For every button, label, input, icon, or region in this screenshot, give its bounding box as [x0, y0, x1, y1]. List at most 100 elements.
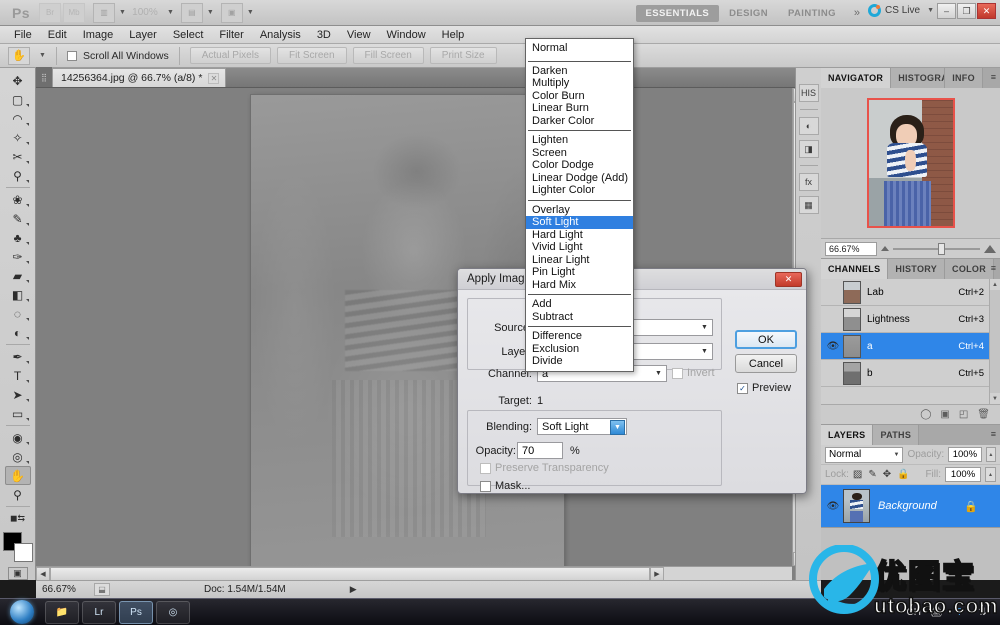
lock-image-pixels-icon[interactable]: ✎ — [868, 469, 876, 480]
history-rail-icon[interactable]: HIS — [798, 84, 819, 102]
load-selection-icon[interactable]: ◯ — [920, 409, 931, 420]
bridge-icon[interactable]: Br — [39, 2, 61, 23]
menu-file[interactable]: File — [6, 27, 40, 43]
tab-strip-grip[interactable]: ⣿ — [36, 67, 52, 87]
scroll-left-icon[interactable]: ◀ — [36, 567, 50, 581]
blend-option-difference[interactable]: Difference — [526, 330, 633, 343]
menu-view[interactable]: View — [339, 27, 379, 43]
menu-window[interactable]: Window — [379, 27, 434, 43]
delete-channel-icon[interactable]: 🗑 — [977, 409, 990, 420]
masks-rail-icon[interactable]: ◨ — [798, 140, 819, 158]
document-tab[interactable]: 14256364.jpg @ 66.7% (a/8) * ✕ — [52, 68, 227, 87]
blend-mode-dropdown-list[interactable]: Normal Darken Multiply Color Burn Linear… — [525, 38, 634, 372]
zoom-slider-track[interactable] — [893, 242, 980, 255]
fill-screen-button[interactable]: Fill Screen — [352, 47, 424, 64]
arrange-chevron-icon[interactable]: ▼ — [207, 9, 214, 16]
blend-option-linear-light[interactable]: Linear Light — [526, 254, 633, 267]
zoom-tool[interactable]: ⚲ — [5, 485, 31, 504]
close-button[interactable]: ✕ — [977, 3, 996, 19]
fit-screen-button[interactable]: Fit Screen — [276, 47, 347, 64]
layer-visibility-toggle[interactable]: 👁 — [823, 501, 843, 512]
blend-option-linear-burn[interactable]: Linear Burn — [526, 102, 633, 115]
blend-option-color-burn[interactable]: Color Burn — [526, 90, 633, 103]
status-menu-arrow-icon[interactable]: ▶ — [350, 584, 357, 595]
layer-opacity-stepper[interactable]: ▴ — [985, 447, 996, 462]
swatches-rail-icon[interactable]: ▦ — [798, 196, 819, 214]
lock-all-icon[interactable]: 🔒 — [897, 469, 909, 480]
ok-button[interactable]: OK — [735, 330, 797, 349]
workspace-painting[interactable]: PAINTING — [778, 5, 846, 22]
screen-mode-icon[interactable]: ▣ — [220, 2, 243, 23]
preview-group[interactable]: ✓ Preview — [737, 382, 791, 394]
horizontal-scroll-thumb[interactable] — [50, 567, 650, 581]
menu-help[interactable]: Help — [434, 27, 473, 43]
scroll-all-windows-checkbox[interactable] — [66, 50, 77, 61]
blending-select[interactable]: Soft Light ▼ — [537, 418, 627, 435]
layer-chevron-icon[interactable]: ▼ — [697, 344, 712, 359]
invert-checkbox[interactable] — [672, 367, 683, 379]
blur-tool[interactable]: ◌ — [5, 304, 31, 323]
default-colors-icon[interactable]: ◼⇆ — [5, 509, 31, 528]
menu-image[interactable]: Image — [75, 27, 122, 43]
crop-tool[interactable]: ✂ — [5, 147, 31, 166]
mini-bridge-icon[interactable]: Mb — [63, 2, 85, 23]
channels-scroll-up-icon[interactable]: ▲ — [990, 279, 1000, 290]
blend-option-add[interactable]: Add — [526, 298, 633, 311]
blend-option-screen[interactable]: Screen — [526, 147, 633, 160]
type-tool[interactable]: T — [5, 366, 31, 385]
styles-rail-icon[interactable]: fx — [798, 173, 819, 191]
tab-layers[interactable]: LAYERS — [821, 425, 874, 445]
clone-stamp-tool[interactable]: ♣ — [5, 228, 31, 247]
layer-fill-value[interactable]: 100% — [945, 467, 981, 482]
marquee-tool[interactable]: ▢ — [5, 90, 31, 109]
status-resize-icon[interactable]: ⬓ — [94, 583, 110, 596]
cancel-button[interactable]: Cancel — [735, 354, 797, 373]
zoom-level-field[interactable]: 100% — [126, 7, 164, 18]
blend-option-normal[interactable]: Normal — [526, 42, 633, 55]
menu-edit[interactable]: Edit — [40, 27, 75, 43]
dialog-close-button[interactable]: ✕ — [775, 272, 802, 287]
taskbar-explorer-icon[interactable]: 📁 — [45, 600, 79, 624]
hand-tool-icon[interactable]: ✋ — [8, 46, 30, 65]
menu-select[interactable]: Select — [165, 27, 212, 43]
save-selection-icon[interactable]: ▣ — [940, 409, 949, 420]
quick-mask-toggle[interactable]: ▣ — [7, 566, 28, 581]
blend-option-exclusion[interactable]: Exclusion — [526, 343, 633, 356]
zoom-in-icon[interactable] — [984, 244, 996, 253]
hand-tool[interactable]: ✋ — [4, 466, 31, 486]
navigator-panel-menu-icon[interactable]: ≡ — [991, 72, 996, 82]
channel-chevron-icon[interactable]: ▼ — [651, 366, 666, 381]
eyedropper-tool[interactable]: ⚲ — [5, 166, 31, 185]
shape-tool[interactable]: ▭ — [5, 404, 31, 423]
tab-history[interactable]: HISTORY — [888, 259, 946, 279]
navigator-zoom-value[interactable]: 66.67% — [825, 241, 877, 256]
taskbar-browser-icon[interactable]: ◎ — [156, 600, 190, 624]
healing-brush-tool[interactable]: ❀ — [5, 190, 31, 209]
menu-filter[interactable]: Filter — [211, 27, 251, 43]
blend-option-overlay[interactable]: Overlay — [526, 204, 633, 217]
channel-row-a[interactable]: 👁 a Ctrl+4 — [821, 333, 1000, 360]
background-color-swatch[interactable] — [13, 543, 33, 563]
tab-histogram[interactable]: HISTOGRAM — [891, 68, 946, 88]
tab-paths[interactable]: PATHS — [873, 425, 920, 445]
tab-color[interactable]: COLOR — [945, 259, 995, 279]
lock-position-icon[interactable]: ✥ — [883, 469, 891, 480]
lock-transparent-pixels-icon[interactable]: ▨ — [853, 469, 862, 480]
channel-visibility-toggle[interactable]: 👁 — [823, 341, 843, 352]
pen-tool[interactable]: ✒ — [5, 347, 31, 366]
arrange-documents-icon[interactable]: ▤ — [180, 2, 203, 23]
blend-option-divide[interactable]: Divide — [526, 355, 633, 368]
zoom-out-icon[interactable] — [881, 246, 889, 251]
eraser-tool[interactable]: ▰ — [5, 266, 31, 285]
workspace-more-icon[interactable]: » — [846, 7, 868, 19]
adjustments-rail-icon[interactable]: ◐ — [798, 117, 819, 135]
quick-select-tool[interactable]: ✧ — [5, 128, 31, 147]
start-button[interactable] — [2, 599, 42, 625]
navigator-thumbnail[interactable] — [866, 98, 955, 228]
blending-chevron-icon[interactable]: ▼ — [610, 420, 625, 435]
restore-button[interactable]: ❐ — [957, 3, 976, 19]
channel-row-lightness[interactable]: Lightness Ctrl+3 — [821, 306, 1000, 333]
history-brush-tool[interactable]: ✑ — [5, 247, 31, 266]
print-size-button[interactable]: Print Size — [429, 47, 497, 64]
minimize-button[interactable]: – — [937, 3, 956, 19]
